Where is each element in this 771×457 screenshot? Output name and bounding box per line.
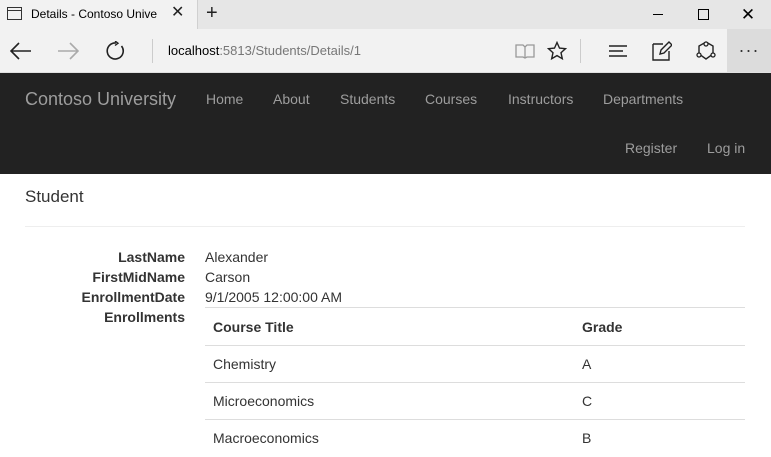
web-note-icon[interactable] [647, 36, 677, 66]
address-bar: localhost:5813/Students/Details/1 ··· [0, 29, 771, 73]
field-value-lastname: Alexander [205, 249, 269, 265]
close-tab-icon[interactable]: ✕ [171, 5, 184, 21]
share-icon[interactable] [691, 36, 721, 66]
title-bar: Details - Contoso Unive ✕ + ✕ [0, 0, 771, 29]
enrollments-table: Course Title Grade Chemistry A Microecon… [205, 307, 745, 457]
register-link[interactable]: Register [625, 140, 677, 156]
url-host: localhost [168, 43, 220, 58]
field-value-enrollmentdate: 9/1/2005 12:00:00 AM [205, 289, 342, 305]
nav-courses[interactable]: Courses [425, 91, 477, 107]
table-row: Chemistry A [205, 345, 745, 383]
favorite-star-icon[interactable] [542, 36, 572, 66]
new-tab-icon[interactable]: + [206, 3, 218, 23]
url-field[interactable]: localhost:5813/Students/Details/1 [168, 43, 361, 58]
nav-instructors[interactable]: Instructors [508, 91, 573, 107]
field-value-firstmidname: Carson [205, 269, 251, 285]
minimize-icon[interactable] [635, 0, 681, 29]
table-row: Microeconomics C [205, 382, 745, 420]
close-window-icon[interactable]: ✕ [725, 0, 771, 29]
grade-cell: B [574, 419, 745, 457]
page-heading: Student [25, 187, 84, 206]
divider [580, 39, 581, 63]
divider [152, 39, 153, 63]
course-title-cell: Chemistry [205, 345, 574, 383]
grade-cell: A [574, 345, 745, 383]
column-header-course-title: Course Title [205, 307, 574, 346]
hub-icon[interactable] [603, 36, 633, 66]
maximize-icon[interactable] [680, 0, 726, 29]
url-path: :5813/Students/Details/1 [219, 43, 361, 58]
divider [25, 226, 745, 227]
nav-students[interactable]: Students [340, 91, 395, 107]
table-header-row: Course Title Grade [205, 307, 745, 346]
nav-about[interactable]: About [273, 91, 310, 107]
forward-icon[interactable] [53, 36, 83, 66]
grade-cell: C [574, 382, 745, 420]
browser-tab[interactable]: Details - Contoso Unive ✕ [0, 0, 198, 29]
more-icon[interactable]: ··· [727, 29, 771, 72]
field-label-lastname: LastName [118, 249, 185, 265]
field-label-enrollmentdate: EnrollmentDate [81, 289, 185, 305]
field-label-firstmidname: FirstMidName [92, 269, 185, 285]
table-row: Macroeconomics B [205, 419, 745, 457]
reading-view-icon[interactable] [510, 36, 540, 66]
back-icon[interactable] [6, 36, 36, 66]
site-navbar: Contoso University Home About Students C… [0, 73, 771, 174]
nav-home[interactable]: Home [206, 91, 243, 107]
main-content: Student LastName Alexander FirstMidName … [0, 174, 771, 457]
column-header-grade: Grade [574, 307, 745, 346]
brand-link[interactable]: Contoso University [25, 89, 176, 110]
field-label-enrollments: Enrollments [104, 309, 185, 325]
login-link[interactable]: Log in [707, 140, 745, 156]
page-icon [7, 7, 22, 20]
course-title-cell: Macroeconomics [205, 419, 574, 457]
tab-title: Details - Contoso Unive [31, 7, 158, 21]
course-title-cell: Microeconomics [205, 382, 574, 420]
refresh-icon[interactable] [101, 36, 131, 66]
nav-departments[interactable]: Departments [603, 91, 683, 107]
